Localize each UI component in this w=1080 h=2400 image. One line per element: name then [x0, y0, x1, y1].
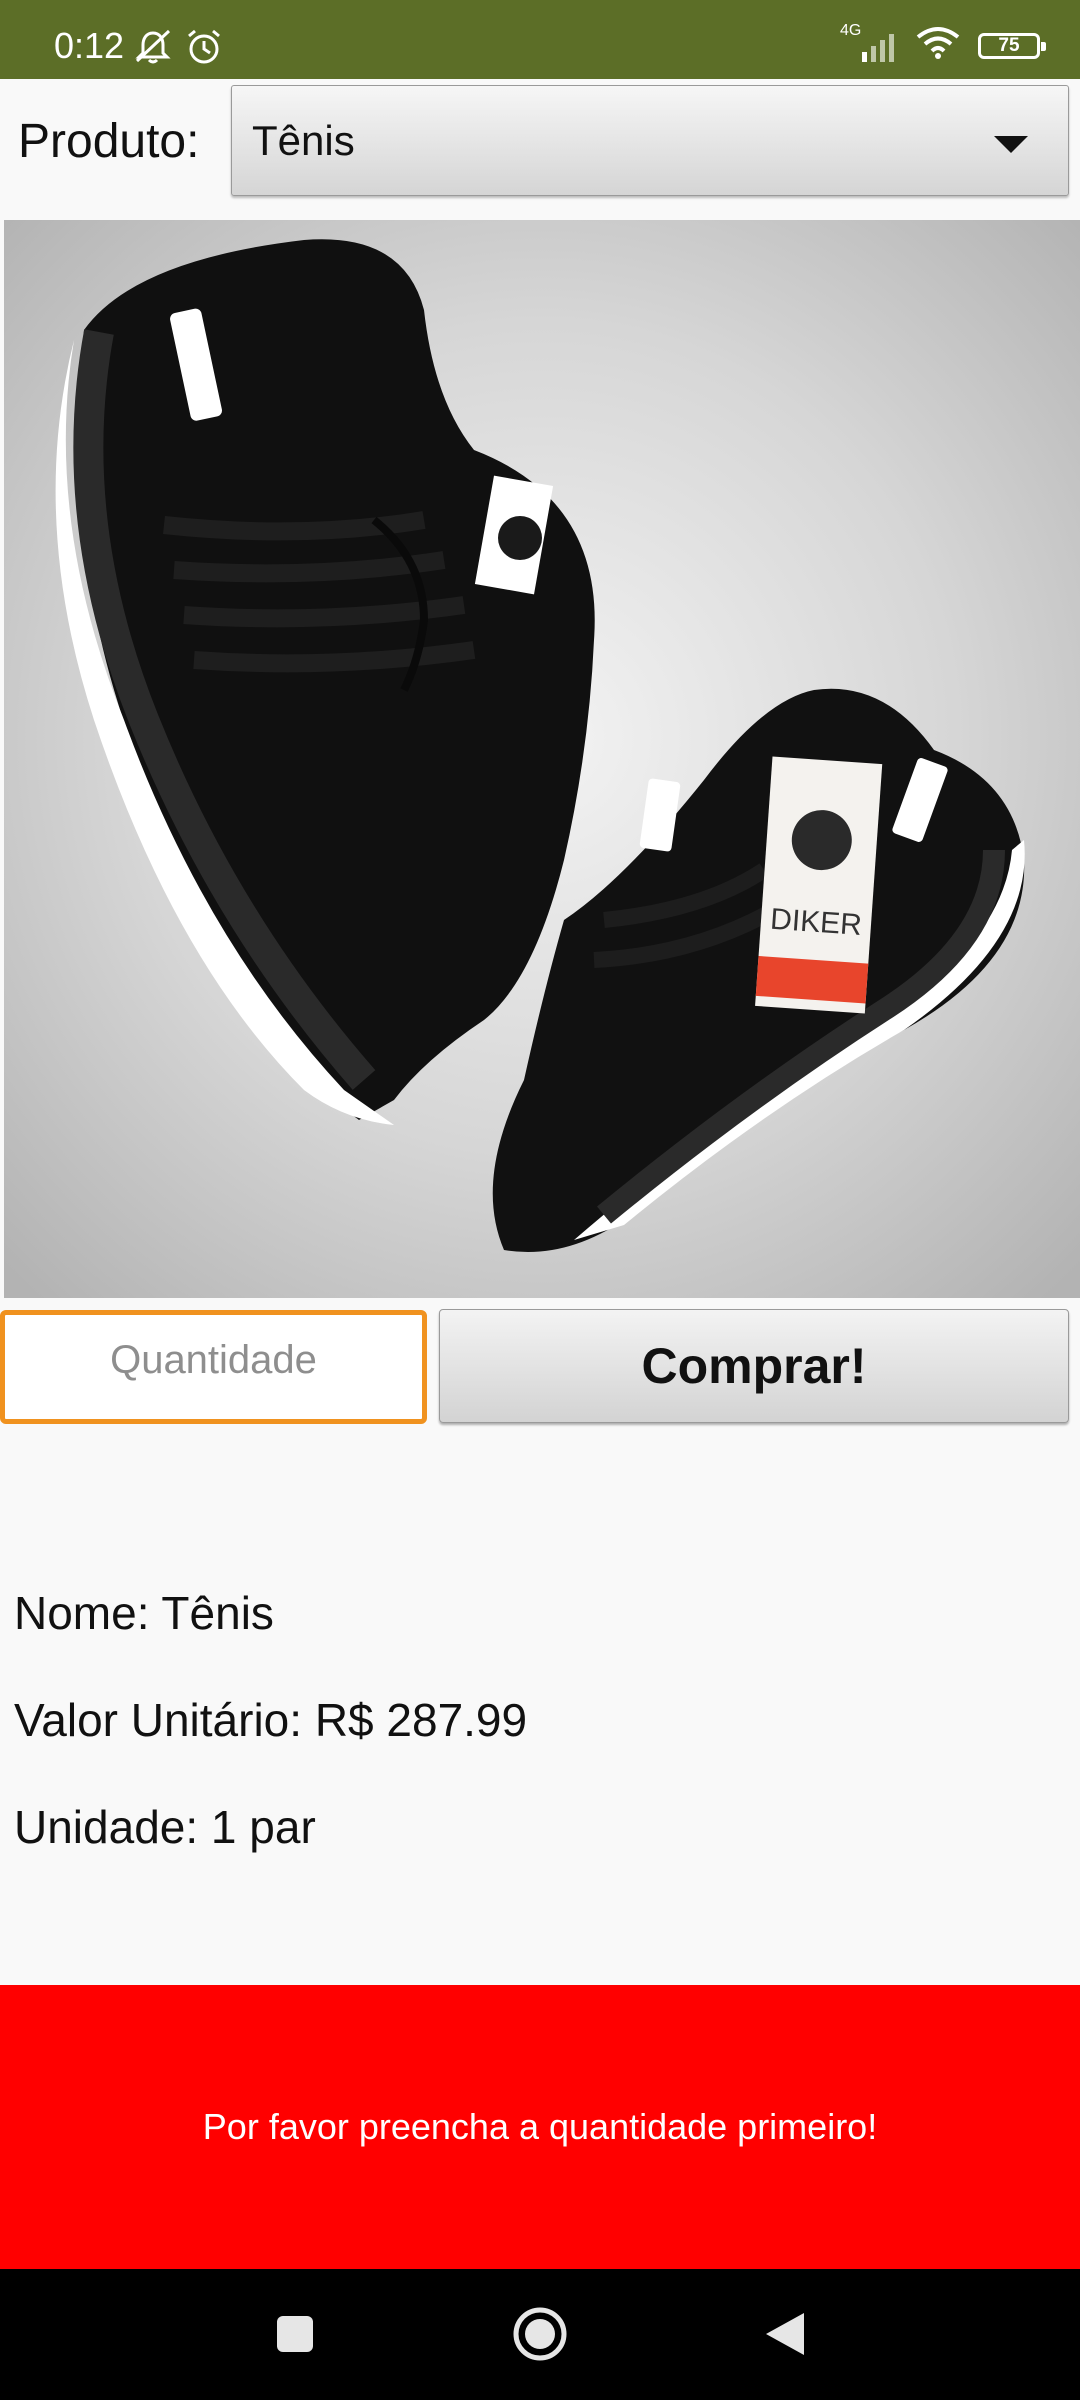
signal-icon: 4G: [840, 22, 898, 64]
battery-level: 75: [998, 35, 1020, 56]
navigation-bar: [0, 2269, 1080, 2400]
wifi-icon: [916, 26, 960, 65]
status-time: 0:12: [54, 25, 125, 66]
status-bar: 0:12 4G 75: [0, 0, 1080, 79]
product-label: Produto:: [18, 115, 200, 168]
product-select[interactable]: Tênis: [231, 85, 1069, 196]
unit-text: Unidade: 1 par: [14, 1801, 316, 1853]
recents-icon[interactable]: [260, 2299, 330, 2369]
alert-message: Por favor preencha a quantidade primeiro…: [202, 2106, 878, 2147]
chevron-down-icon[interactable]: [994, 136, 1028, 153]
unit-price-text: Valor Unitário: R$ 287.99: [14, 1694, 528, 1746]
home-icon[interactable]: [505, 2299, 575, 2369]
notifications-off-icon: [133, 29, 173, 70]
quantity-input[interactable]: [0, 1310, 427, 1424]
product-name-text: Nome: Tênis: [14, 1587, 274, 1639]
alarm-icon: [185, 29, 223, 70]
battery-icon: 75: [978, 32, 1046, 59]
product-select-value: Tênis: [252, 117, 355, 164]
tag-brand: DIKER: [769, 903, 863, 942]
back-icon[interactable]: [750, 2299, 820, 2369]
buy-button[interactable]: Comprar!: [439, 1309, 1069, 1423]
alert-banner: Por favor preencha a quantidade primeiro…: [0, 1985, 1080, 2269]
product-image: DIKER: [4, 220, 1080, 1298]
